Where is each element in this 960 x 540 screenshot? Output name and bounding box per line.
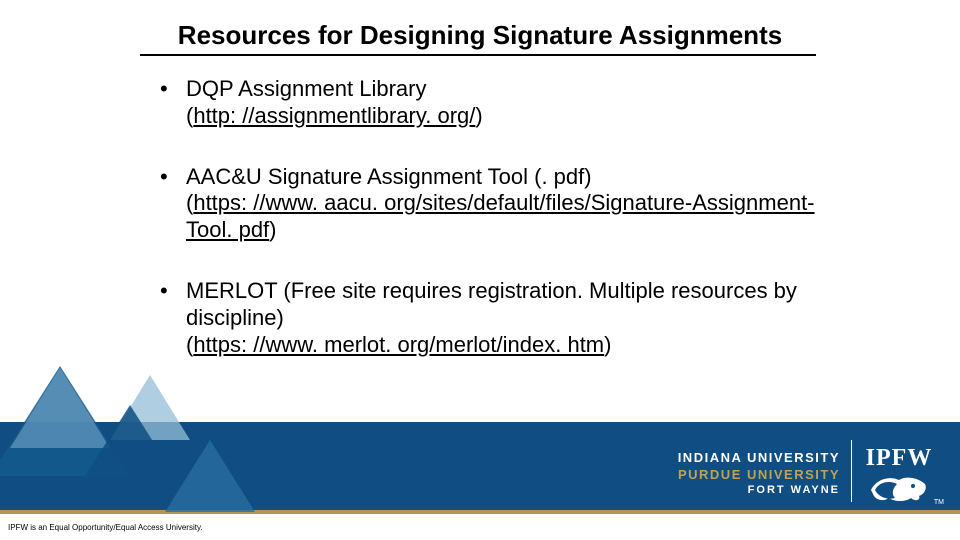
mastodon-icon bbox=[869, 474, 929, 504]
bullet-text: DQP Assignment Library bbox=[186, 76, 426, 101]
brand-line-1: INDIANA UNIVERSITY bbox=[678, 450, 840, 465]
page-title: Resources for Designing Signature Assign… bbox=[0, 20, 960, 51]
bullet-list: DQP Assignment Library (http: //assignme… bbox=[140, 76, 850, 359]
list-item: MERLOT (Free site requires registration.… bbox=[140, 278, 850, 358]
ipfw-logo: IPFW TM bbox=[860, 445, 938, 504]
slide: Resources for Designing Signature Assign… bbox=[0, 0, 960, 540]
list-item: DQP Assignment Library (http: //assignme… bbox=[140, 76, 850, 130]
disclaimer-text: IPFW is an Equal Opportunity/Equal Acces… bbox=[8, 523, 203, 532]
trademark: TM bbox=[934, 499, 944, 506]
paren-close: ) bbox=[604, 332, 611, 357]
logo-text: IPFW bbox=[860, 445, 938, 472]
resource-link[interactable]: https: //www. aacu. org/sites/default/fi… bbox=[186, 190, 815, 242]
bullet-text: AAC&U Signature Assignment Tool (. pdf) bbox=[186, 164, 592, 189]
resource-link[interactable]: https: //www. merlot. org/merlot/index. … bbox=[193, 332, 604, 357]
brand-text-block: INDIANA UNIVERSITY PURDUE UNIVERSITY FOR… bbox=[678, 450, 840, 496]
title-underline bbox=[140, 54, 816, 56]
brand-divider bbox=[851, 440, 852, 502]
resource-link[interactable]: http: //assignmentlibrary. org/ bbox=[193, 103, 475, 128]
triangle-decoration bbox=[165, 440, 255, 512]
brand-line-3: FORT WAYNE bbox=[678, 484, 840, 496]
paren-close: ) bbox=[475, 103, 482, 128]
list-item: AAC&U Signature Assignment Tool (. pdf) … bbox=[140, 164, 850, 244]
content-area: DQP Assignment Library (http: //assignme… bbox=[140, 76, 850, 393]
brand-line-2: PURDUE UNIVERSITY bbox=[678, 467, 840, 482]
paren-close: ) bbox=[269, 217, 276, 242]
bullet-text: MERLOT (Free site requires registration.… bbox=[186, 278, 797, 330]
